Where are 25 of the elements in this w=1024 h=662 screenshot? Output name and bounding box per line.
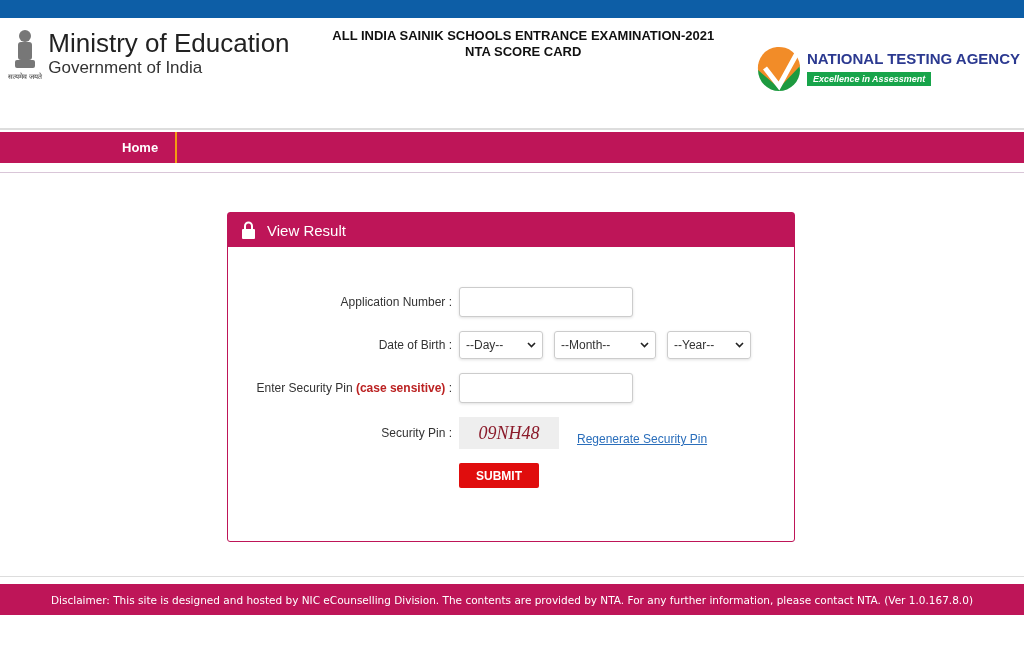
date-dropdown[interactable]: --Day-- xyxy=(459,331,543,359)
exam-subtitle: NTA SCORE CARD xyxy=(464,44,583,60)
date-dropdown[interactable]: --Year-- xyxy=(667,331,751,359)
field-label: Security Pin : xyxy=(380,426,452,440)
lock-icon xyxy=(242,221,255,239)
regenerate-link[interactable]: Regenerate Security Pin xyxy=(577,432,708,446)
panel-title: View Result xyxy=(267,221,346,239)
ministry-title: Ministry of Education xyxy=(48,28,290,58)
submit-button[interactable]: SUBMIT xyxy=(459,463,539,488)
disclaimer-text: Disclaimer: This site is designed and hosted by NIC eCounselling Division. The contents are provided by NTA. For any further information, please contact NTA. (Ver 1.0.167.8.0) xyxy=(51,593,973,606)
field-label: Application Number : xyxy=(339,295,452,309)
exam-title: ALL INDIA SAINIK SCHOOLS ENTRANCE EXAMINATION-2021 xyxy=(332,28,715,44)
chevron-down-icon xyxy=(640,342,649,348)
date-dropdown[interactable]: --Month-- xyxy=(554,331,656,359)
application-number-field[interactable] xyxy=(459,287,633,317)
chevron-down-icon xyxy=(735,342,744,348)
field-label: Date of Birth : xyxy=(377,338,452,352)
security-pin-field[interactable] xyxy=(459,373,633,403)
agency-name: NATIONAL TESTING AGENCY xyxy=(806,50,1020,67)
ministry-subtitle: Government of India xyxy=(48,58,204,78)
captcha-image: 09NH48 xyxy=(459,417,559,449)
field-label: Enter Security Pin (case sensitive) : xyxy=(255,381,452,395)
chevron-down-icon xyxy=(527,342,536,348)
agency-tagline: Excellence in Assessment xyxy=(806,72,932,86)
nav-item[interactable]: Home xyxy=(100,132,178,163)
